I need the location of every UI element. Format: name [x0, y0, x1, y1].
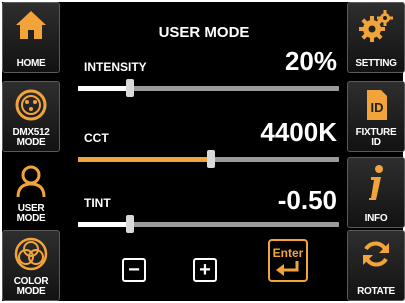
tint-slider[interactable] — [78, 215, 339, 233]
enter-arrow-icon — [276, 261, 299, 276]
enter-label: Enter — [272, 246, 304, 260]
user-mode-button[interactable]: USER MODE — [2, 157, 60, 228]
tint-slider-thumb[interactable] — [126, 215, 135, 233]
home-icon — [3, 9, 59, 43]
setting-label: SETTING — [355, 58, 397, 69]
id-card-icon: ID — [348, 88, 404, 122]
fixture-id-label: FIXTURE ID — [355, 127, 397, 148]
dmx512-mode-label: DMX512 MODE — [12, 127, 50, 148]
enter-button[interactable]: Enter — [268, 239, 308, 282]
home-button[interactable]: HOME — [2, 2, 60, 73]
color-mode-label: COLOR MODE — [13, 276, 49, 297]
intensity-slider-thumb[interactable] — [126, 79, 135, 97]
info-button[interactable]: INFO — [347, 157, 405, 228]
intensity-slider-fill — [78, 86, 131, 91]
svg-text:ID: ID — [371, 100, 384, 115]
gear-icon — [348, 9, 404, 43]
rotate-label: ROTATE — [357, 286, 395, 297]
cct-slider-fill — [78, 157, 212, 162]
page-title: USER MODE — [158, 24, 250, 41]
decrement-button[interactable]: − — [122, 258, 146, 282]
cct-slider-thumb[interactable] — [207, 150, 216, 168]
rotate-icon — [348, 237, 404, 271]
setting-button[interactable]: SETTING — [347, 2, 405, 73]
user-mode-label: USER MODE — [16, 203, 46, 224]
intensity-slider[interactable] — [78, 79, 339, 97]
increment-button[interactable]: + — [193, 258, 217, 282]
intensity-label: INTENSITY — [84, 60, 147, 74]
cct-label: CCT — [84, 131, 109, 145]
screen: HOME DMX512 MODE USER MODE COLOR MODE SE… — [2, 2, 405, 301]
dmx512-mode-button[interactable]: DMX512 MODE — [2, 81, 60, 152]
dmx-connector-icon — [3, 88, 59, 122]
cct-slider[interactable] — [78, 150, 339, 168]
rotate-button[interactable]: ROTATE — [347, 230, 405, 301]
color-circles-icon — [3, 237, 59, 271]
fixture-id-button[interactable]: ID FIXTURE ID — [347, 81, 405, 152]
info-icon — [348, 164, 404, 200]
intensity-value: 20% — [284, 46, 337, 76]
home-label: HOME — [16, 58, 46, 69]
tint-value: -0.50 — [277, 185, 337, 215]
info-label: INFO — [364, 213, 388, 224]
color-mode-button[interactable]: COLOR MODE — [2, 230, 60, 301]
tint-label: TINT — [84, 196, 111, 210]
cct-value: 4400K — [260, 117, 337, 147]
user-icon — [3, 164, 59, 198]
tint-slider-fill — [78, 222, 131, 227]
